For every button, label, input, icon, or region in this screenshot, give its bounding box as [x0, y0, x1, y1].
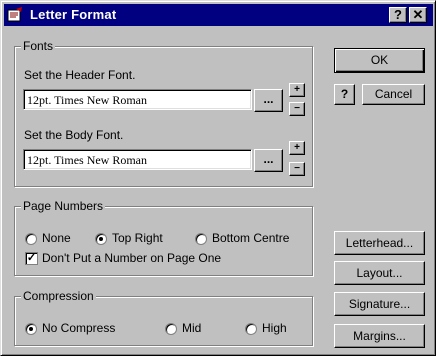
- page-number-none-label[interactable]: None: [42, 231, 71, 245]
- no-number-first-page-checkbox[interactable]: ✓: [25, 252, 38, 265]
- help-title-button[interactable]: ?: [389, 7, 407, 23]
- body-font-decrease-button[interactable]: −: [289, 162, 305, 176]
- page-numbers-legend: Page Numbers: [21, 199, 106, 213]
- header-font-decrease-button[interactable]: −: [289, 102, 305, 116]
- body-font-increase-button[interactable]: +: [289, 141, 305, 155]
- layout-button[interactable]: Layout...: [334, 261, 425, 285]
- cancel-button[interactable]: Cancel: [362, 84, 425, 105]
- page-number-top-right-label[interactable]: Top Right: [112, 231, 163, 245]
- page-number-top-right-radio[interactable]: [95, 233, 107, 245]
- header-font-field[interactable]: 12pt. Times New Roman: [23, 89, 252, 110]
- letter-app-icon: [7, 7, 22, 22]
- header-font-increase-button[interactable]: +: [289, 83, 305, 97]
- page-number-bottom-centre-radio[interactable]: [195, 233, 207, 245]
- letterhead-button[interactable]: Letterhead...: [334, 231, 425, 255]
- header-font-label: Set the Header Font.: [24, 68, 136, 82]
- compression-mid-label[interactable]: Mid: [182, 321, 201, 335]
- header-font-browse-button[interactable]: ...: [254, 89, 283, 112]
- compression-legend: Compression: [21, 289, 96, 303]
- close-title-button[interactable]: ✕: [409, 7, 427, 23]
- page-number-bottom-centre-label[interactable]: Bottom Centre: [212, 231, 289, 245]
- body-font-browse-button[interactable]: ...: [254, 149, 283, 172]
- dialog-window: Letter Format ? ✕ Fonts Set the Header F…: [0, 0, 436, 356]
- compression-none-label[interactable]: No Compress: [42, 321, 115, 335]
- compression-high-label[interactable]: High: [262, 321, 287, 335]
- page-number-none-radio[interactable]: [25, 233, 37, 245]
- no-number-first-page-label[interactable]: Don't Put a Number on Page One: [42, 251, 221, 265]
- fonts-legend: Fonts: [21, 39, 56, 53]
- title-bar[interactable]: Letter Format ? ✕: [4, 4, 433, 26]
- compression-high-radio[interactable]: [245, 323, 257, 335]
- signature-button[interactable]: Signature...: [334, 292, 425, 316]
- compression-none-radio[interactable]: [25, 323, 37, 335]
- body-font-field[interactable]: 12pt. Times New Roman: [23, 149, 252, 170]
- ok-button[interactable]: OK: [334, 48, 425, 73]
- window-title: Letter Format: [30, 7, 117, 22]
- compression-mid-radio[interactable]: [165, 323, 177, 335]
- body-font-label: Set the Body Font.: [24, 128, 124, 142]
- help-button[interactable]: ?: [334, 84, 355, 105]
- margins-button[interactable]: Margins...: [334, 324, 425, 348]
